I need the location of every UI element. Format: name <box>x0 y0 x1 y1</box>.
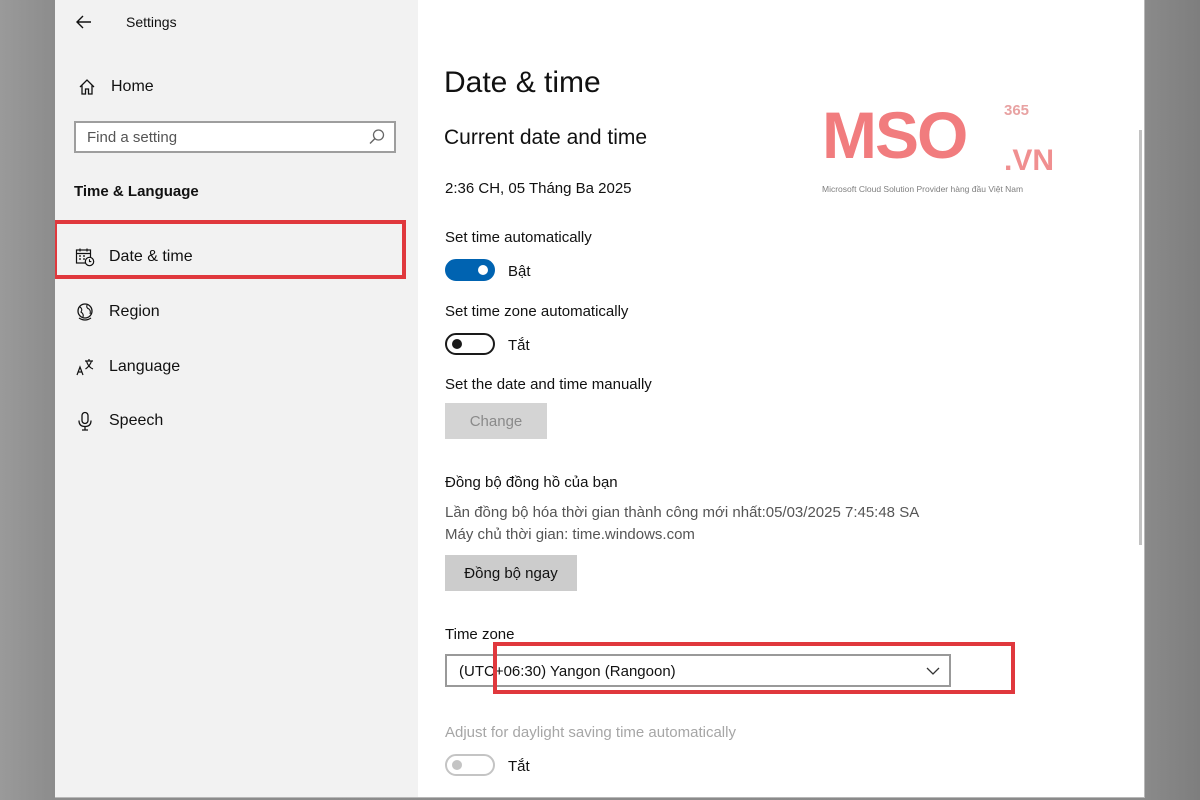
logo-brand-text: MSO <box>822 98 968 172</box>
sidebar: Settings Home Time & Language <box>55 0 418 797</box>
dst-label: Adjust for daylight saving time automati… <box>445 724 736 741</box>
sidebar-item-label: Language <box>109 358 181 375</box>
home-icon <box>75 75 99 99</box>
logo-suffix: .VN <box>1004 144 1055 177</box>
sync-now-button[interactable]: Đồng bộ ngay <box>445 555 577 591</box>
app-title: Settings <box>126 14 177 30</box>
sidebar-item-speech[interactable]: Speech <box>55 397 418 445</box>
time-zone-selected-value: (UTC+06:30) Yangon (Rangoon) <box>459 663 676 680</box>
mso-watermark-logo: MSO 365 .VN Microsoft Cloud Solution Pro… <box>822 100 1062 196</box>
sidebar-item-region[interactable]: Region <box>55 288 418 336</box>
last-sync-text: Lần đồng bộ hóa thời gian thành công mới… <box>445 504 920 521</box>
logo-superscript: 365 <box>1004 102 1030 119</box>
logo-tagline: Microsoft Cloud Solution Provider hàng đ… <box>822 184 1024 194</box>
search-box[interactable] <box>74 121 396 153</box>
scrollbar[interactable] <box>1139 130 1142 545</box>
time-zone-dropdown[interactable]: (UTC+06:30) Yangon (Rangoon) <box>445 654 951 687</box>
current-date-time-value: 2:36 CH, 05 Tháng Ba 2025 <box>445 180 632 197</box>
set-tz-auto-toggle[interactable] <box>445 333 495 355</box>
sync-heading: Đồng bộ đồng hồ của bạn <box>445 474 618 491</box>
sidebar-item-label: Region <box>109 303 160 320</box>
calendar-clock-icon <box>74 246 96 268</box>
sidebar-item-label: Speech <box>109 412 164 429</box>
set-time-auto-state: Bật <box>508 263 531 280</box>
back-button[interactable] <box>69 8 99 36</box>
section-heading: Time & Language <box>74 183 199 200</box>
current-date-time-heading: Current date and time <box>444 126 648 149</box>
page-title: Date & time <box>444 66 601 99</box>
set-tz-auto-label: Set time zone automatically <box>445 303 629 320</box>
set-time-auto-toggle[interactable] <box>445 259 495 281</box>
chevron-down-icon <box>925 664 941 678</box>
search-input[interactable] <box>76 123 378 151</box>
change-button[interactable]: Change <box>445 403 547 439</box>
back-arrow-icon <box>76 15 91 29</box>
set-time-auto-label: Set time automatically <box>445 229 592 246</box>
globe-icon <box>74 301 96 323</box>
sidebar-item-label: Home <box>111 78 154 95</box>
sidebar-item-date-time[interactable]: Date & time <box>55 233 418 281</box>
sidebar-item-language[interactable]: Language <box>55 343 418 391</box>
toggle-knob <box>452 339 462 349</box>
time-server-text: Máy chủ thời gian: time.windows.com <box>445 526 695 543</box>
toggle-knob <box>478 265 488 275</box>
set-tz-auto-state: Tắt <box>508 337 530 354</box>
sidebar-item-home[interactable]: Home <box>69 72 389 102</box>
time-zone-label: Time zone <box>445 626 515 643</box>
search-icon[interactable] <box>368 128 386 146</box>
sidebar-item-label: Date & time <box>109 248 193 265</box>
microphone-icon <box>74 410 96 432</box>
dst-state: Tắt <box>508 758 530 775</box>
manual-date-time-label: Set the date and time manually <box>445 376 652 393</box>
toggle-knob <box>452 760 462 770</box>
dst-toggle[interactable] <box>445 754 495 776</box>
language-icon <box>74 356 96 378</box>
